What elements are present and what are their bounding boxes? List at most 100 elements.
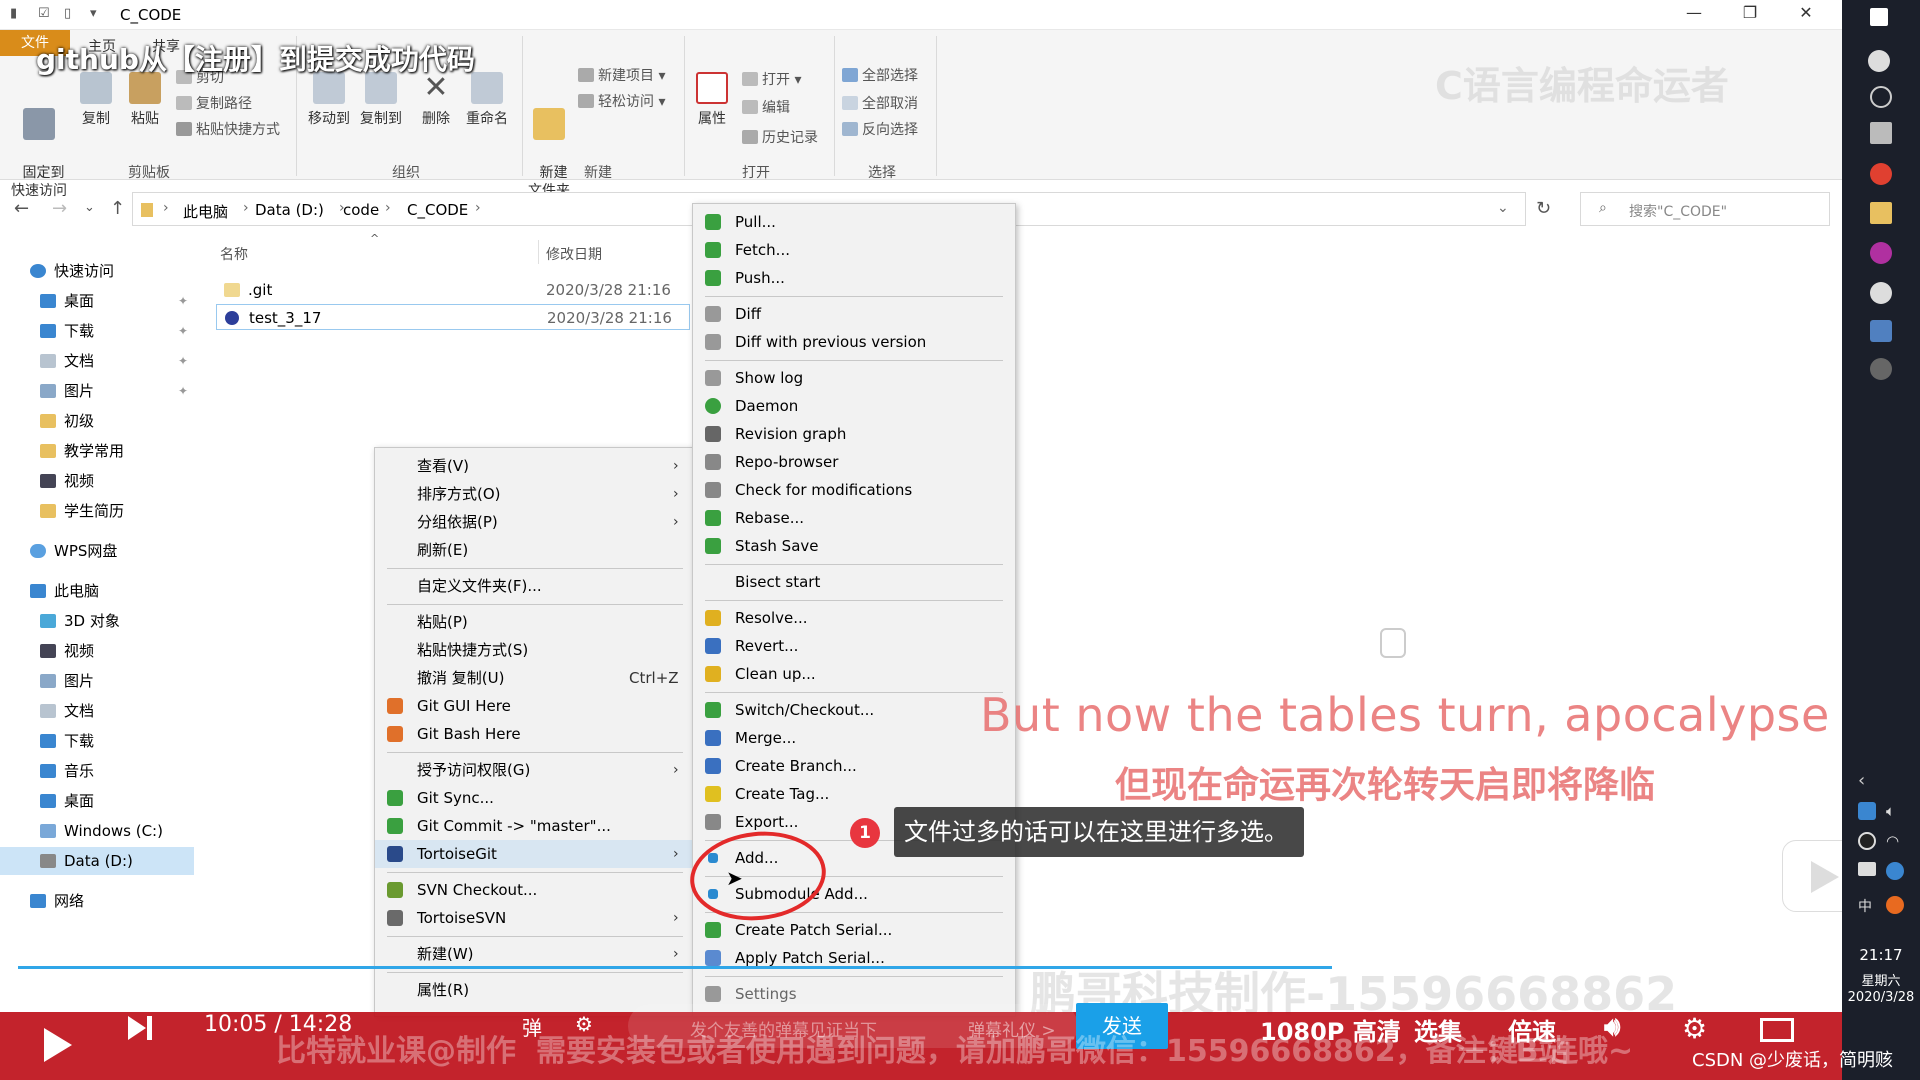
new-folder-icon[interactable]: ▯ <box>64 6 71 21</box>
tray-app-icon[interactable] <box>1886 862 1904 880</box>
menu-item-show-log[interactable]: Show log <box>693 364 1015 392</box>
minimize-button[interactable]: — <box>1674 3 1714 27</box>
nav-item-documents[interactable]: 文档 <box>40 347 94 375</box>
menu-item-tortoisegit[interactable]: TortoiseGit › <box>375 840 693 868</box>
quick-access-dropdown-icon[interactable]: ▾ <box>90 6 97 21</box>
menu-item-paste-shortcut[interactable]: 粘贴快捷方式(S) <box>375 636 693 664</box>
menu-item-group[interactable]: 分组依据(P) › <box>375 508 693 536</box>
nav-item-3d[interactable]: 3D 对象 <box>40 607 120 635</box>
menu-item-daemon[interactable]: Daemon <box>693 392 1015 420</box>
pin-icon[interactable]: ✦ <box>178 294 188 308</box>
nav-item-pc-downloads[interactable]: 下载 <box>40 727 94 755</box>
file-explorer-icon[interactable] <box>1870 202 1892 224</box>
search-input[interactable]: ⌕ 搜索"C_CODE" <box>1580 192 1830 226</box>
menu-item-undo-copy[interactable]: 撤消 复制(U) Ctrl+Z <box>375 664 693 692</box>
recent-locations-chevron-icon[interactable]: ⌄ <box>84 200 95 215</box>
nav-item-downloads[interactable]: 下载 <box>40 317 94 345</box>
menu-item-grant-access[interactable]: 授予访问权限(G) › <box>375 756 693 784</box>
properties-button[interactable]: 属性 <box>690 72 734 128</box>
menu-item-push[interactable]: Push... <box>693 264 1015 292</box>
video-progress-bar[interactable] <box>18 966 1332 969</box>
chevron-left-icon[interactable]: ‹ <box>1858 770 1880 792</box>
menu-item-check-modifications[interactable]: Check for modifications <box>693 476 1015 504</box>
menu-item-git-gui[interactable]: Git GUI Here <box>375 692 693 720</box>
history-button[interactable]: 历史记录 <box>742 128 818 148</box>
tray-app-icon[interactable] <box>1886 896 1904 914</box>
properties-icon[interactable]: ☑ <box>38 6 50 21</box>
easy-access-button[interactable]: 轻松访问 ▾ <box>578 92 665 112</box>
copy-button[interactable]: 复制 <box>78 72 114 128</box>
breadcrumb-code[interactable]: code <box>343 201 379 219</box>
menu-item-create-tag[interactable]: Create Tag... <box>693 780 1015 808</box>
app-icon[interactable] <box>1870 242 1892 264</box>
refresh-button[interactable]: ↻ <box>1536 198 1551 219</box>
menu-item-create-patch[interactable]: Create Patch Serial... <box>693 916 1015 944</box>
menu-item-rebase[interactable]: Rebase... <box>693 504 1015 532</box>
menu-item-properties[interactable]: 属性(R) <box>375 976 693 1004</box>
clock-time[interactable]: 21:17 <box>1842 946 1920 964</box>
nav-item-music[interactable]: 音乐 <box>40 757 94 785</box>
menu-item-sort[interactable]: 排序方式(O) › <box>375 480 693 508</box>
paste-shortcut-button[interactable]: 粘贴快捷方式 <box>176 120 280 140</box>
play-button[interactable] <box>44 1028 72 1062</box>
invert-selection-button[interactable]: 反向选择 <box>842 120 918 140</box>
nav-item-pc-desktop[interactable]: 桌面 <box>40 787 94 815</box>
pin-icon[interactable]: ✦ <box>178 354 188 368</box>
rename-button[interactable]: 重命名 <box>462 72 512 128</box>
nav-item-teaching[interactable]: 教学常用 <box>40 437 124 465</box>
nav-quick-access[interactable]: 快速访问 <box>30 257 114 285</box>
episodes-button[interactable]: 选集 <box>1414 1012 1462 1047</box>
menu-item-stash-save[interactable]: Stash Save <box>693 532 1015 560</box>
pin-icon[interactable]: ✦ <box>178 324 188 338</box>
new-item-button[interactable]: 新建项目 ▾ <box>578 66 665 86</box>
volume-icon[interactable]: 🔈︎ <box>1886 802 1908 824</box>
menu-item-revert[interactable]: Revert... <box>693 632 1015 660</box>
column-divider[interactable] <box>538 240 539 264</box>
nav-item-resumes[interactable]: 学生简历 <box>40 497 124 525</box>
column-header-date[interactable]: 修改日期 <box>546 244 602 264</box>
menu-item-tortoisesvn[interactable]: TortoiseSVN › <box>375 904 693 932</box>
nav-item-drive-d[interactable]: Data (D:) <box>0 847 194 875</box>
paste-button[interactable]: 粘贴 <box>126 72 164 128</box>
close-button[interactable]: ✕ <box>1786 3 1826 27</box>
menu-item-view[interactable]: 查看(V) › <box>375 452 693 480</box>
nav-item-desktop[interactable]: 桌面 <box>40 287 94 315</box>
select-all-button[interactable]: 全部选择 <box>842 66 918 86</box>
address-dropdown-icon[interactable]: ⌄ <box>1497 200 1509 216</box>
menu-item-resolve[interactable]: Resolve... <box>693 604 1015 632</box>
open-button[interactable]: 打开 ▾ <box>742 70 801 90</box>
restore-button[interactable]: ❐ <box>1730 3 1770 27</box>
chrome-icon[interactable] <box>1870 163 1892 185</box>
file-row[interactable]: test_3_17 2020/3/28 21:16 <box>216 304 690 330</box>
task-view-icon[interactable] <box>1870 122 1892 144</box>
app-icon[interactable] <box>1870 282 1892 304</box>
nav-item-pc-pictures[interactable]: 图片 <box>40 667 94 695</box>
edit-button[interactable]: 编辑 <box>742 98 790 118</box>
copy-path-button[interactable]: 复制路径 <box>176 94 252 114</box>
file-row[interactable]: .git 2020/3/28 21:16 <box>216 277 690 303</box>
copy-to-button[interactable]: 复制到 <box>356 72 406 128</box>
breadcrumb-this-pc[interactable]: 此电脑 <box>183 201 228 222</box>
nav-item-videos[interactable]: 视频 <box>40 467 94 495</box>
menu-item-git-sync[interactable]: Git Sync... <box>375 784 693 812</box>
menu-item-diff-previous[interactable]: Diff with previous version <box>693 328 1015 356</box>
select-none-button[interactable]: 全部取消 <box>842 94 918 114</box>
windows-start-icon[interactable] <box>1870 8 1888 26</box>
menu-item-create-branch[interactable]: Create Branch... <box>693 752 1015 780</box>
menu-item-svn-checkout[interactable]: SVN Checkout... <box>375 876 693 904</box>
column-header-name[interactable]: 名称 <box>220 244 248 264</box>
menu-item-diff[interactable]: Diff <box>693 300 1015 328</box>
menu-item-merge[interactable]: Merge... <box>693 724 1015 752</box>
app-icon[interactable] <box>1870 320 1892 342</box>
pip-icon[interactable] <box>1760 1018 1794 1042</box>
forward-button[interactable]: → <box>52 198 67 219</box>
back-button[interactable]: ← <box>14 198 29 219</box>
menu-item-pull[interactable]: Pull... <box>693 208 1015 236</box>
nav-this-pc[interactable]: 此电脑 <box>30 577 99 605</box>
wifi-icon[interactable]: ◠ <box>1886 832 1908 854</box>
menu-item-git-bash[interactable]: Git Bash Here <box>375 720 693 748</box>
menu-item-revision-graph[interactable]: Revision graph <box>693 420 1015 448</box>
settings-gear-icon[interactable]: ⚙ <box>1682 1012 1707 1045</box>
breadcrumb-c-code[interactable]: C_CODE <box>407 201 468 219</box>
menu-item-switch-checkout[interactable]: Switch/Checkout... <box>693 696 1015 724</box>
